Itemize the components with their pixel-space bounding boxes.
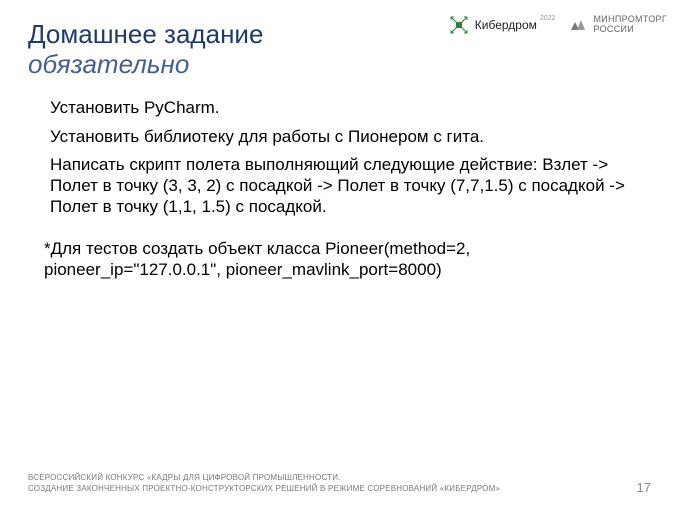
footer-line2: СОЗДАНИЕ ЗАКОНЧЕННЫХ ПРОЕКТНО-КОНСТРУКТО… [28,484,500,493]
minpromtorg-icon [569,16,587,34]
minpromtorg-logo: МИНПРОМТОРГ РОССИИ [569,15,667,35]
paragraph-1: Установить PyCharm. [50,98,643,119]
minpromtorg-line1: МИНПРОМТОРГ [593,14,667,24]
paragraph-2: Установить библиотеку для работы с Пионе… [50,127,643,148]
kiberdrom-logo: Кибердром 2022 [448,14,556,36]
kiberdrom-icon [448,14,470,36]
footer: ВСЕРОССИЙСКИЙ КОНКУРС «КАДРЫ ДЛЯ ЦИФРОВО… [28,473,651,495]
note-text: *Для тестов создать объект класса Pionee… [44,239,643,280]
page-subtitle: обязательно [28,50,651,80]
footer-text: ВСЕРОССИЙСКИЙ КОНКУРС «КАДРЫ ДЛЯ ЦИФРОВО… [28,473,500,495]
kiberdrom-year: 2022 [540,15,556,22]
minpromtorg-line2: РОССИИ [593,24,634,34]
slide: Кибердром 2022 МИНПРОМТОРГ РОССИИ Домашн… [0,0,679,509]
page-number: 17 [637,480,651,495]
paragraph-3: Написать скрипт полета выполняющий следу… [50,155,643,217]
minpromtorg-text: МИНПРОМТОРГ РОССИИ [593,15,667,35]
body-content: Установить PyCharm. Установить библиотек… [50,98,643,218]
footer-line1: ВСЕРОССИЙСКИЙ КОНКУРС «КАДРЫ ДЛЯ ЦИФРОВО… [28,473,341,482]
logo-bar: Кибердром 2022 МИНПРОМТОРГ РОССИИ [448,14,667,36]
kiberdrom-label: Кибердром [475,18,537,32]
